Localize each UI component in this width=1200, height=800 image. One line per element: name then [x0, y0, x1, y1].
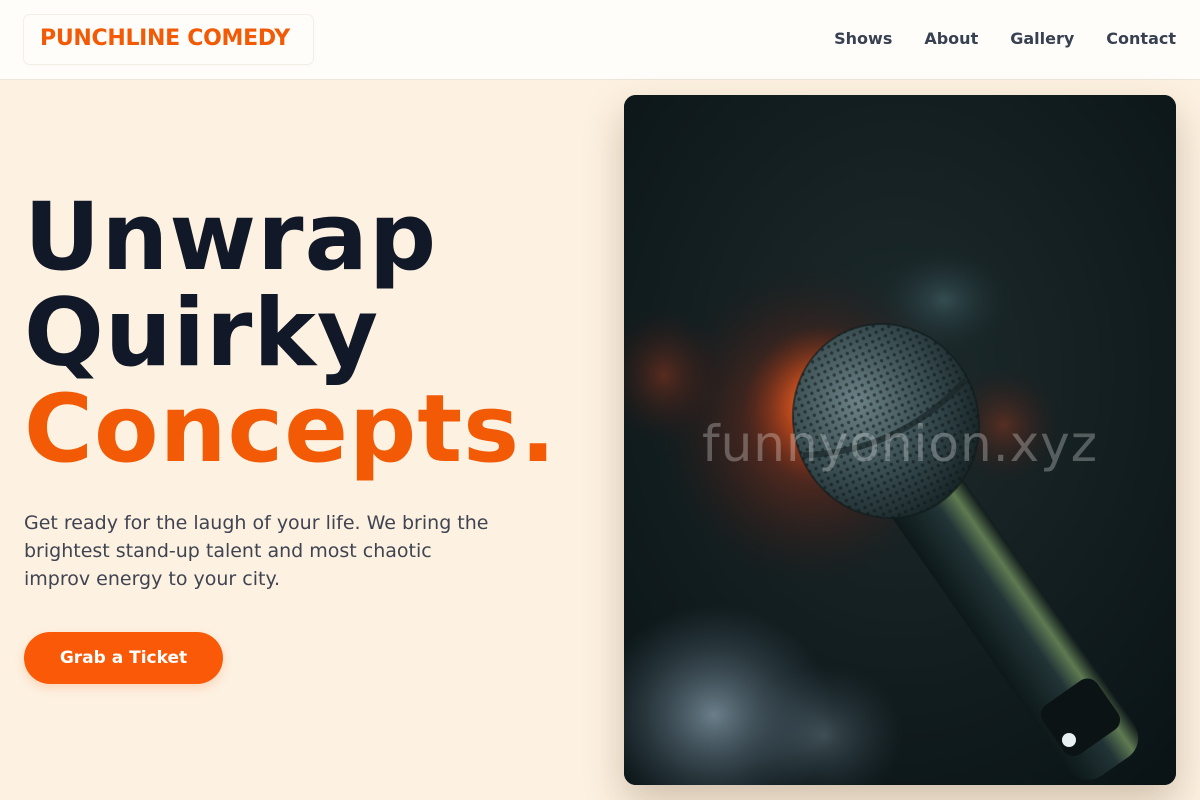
hero-title: Unwrap Quirky Concepts.	[24, 190, 557, 478]
logo[interactable]: PUNCHLINE COMEDY	[24, 15, 313, 64]
hero-title-line-1: Unwrap	[24, 183, 438, 292]
watermark-text: funnyonion.xyz	[701, 415, 1099, 473]
hero-title-line-3: Concepts.	[24, 375, 557, 484]
microphone-photo: funnyonion.xyz	[624, 95, 1176, 785]
site-header: PUNCHLINE COMEDY Shows About Gallery Con…	[0, 0, 1200, 80]
logo-text[interactable]: PUNCHLINE COMEDY	[40, 26, 290, 51]
nav-link-about[interactable]: About	[924, 29, 978, 48]
hero-description: Get ready for the laugh of your life. We…	[24, 512, 489, 590]
nav-link-gallery[interactable]: Gallery	[1010, 29, 1074, 48]
hero-title-line-2: Quirky	[24, 279, 380, 388]
nav-link-shows[interactable]: Shows	[834, 29, 892, 48]
grab-ticket-button[interactable]: Grab a Ticket	[24, 632, 223, 684]
main-nav: Shows About Gallery Contact	[834, 29, 1176, 48]
nav-link-contact[interactable]: Contact	[1106, 29, 1176, 48]
